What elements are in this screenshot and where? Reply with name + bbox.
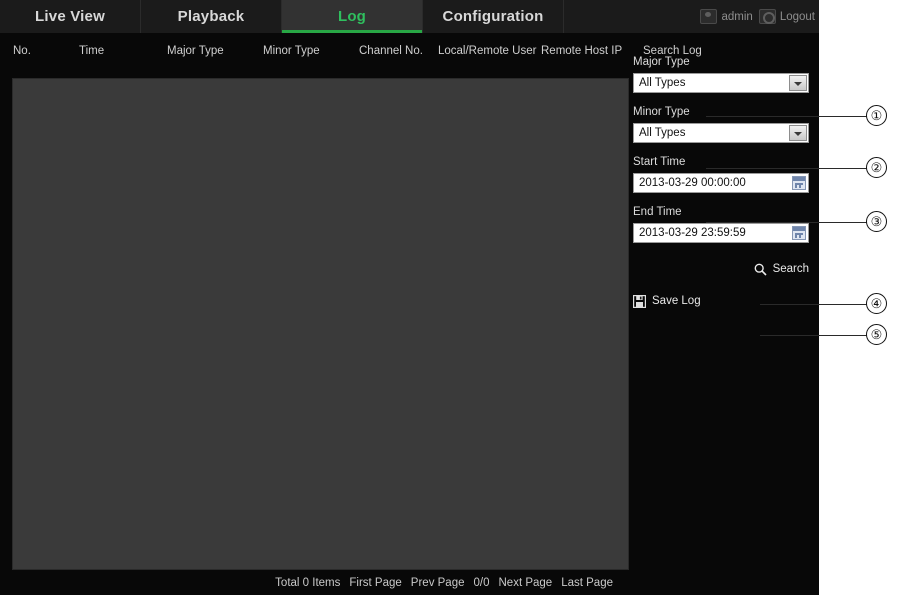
user-area: admin Logout <box>700 0 819 33</box>
search-log-panel: Major Type All Types Minor Type All Type… <box>633 56 819 311</box>
end-time-label: End Time <box>633 206 682 218</box>
callout-number-2: ② <box>866 157 887 178</box>
tab-playback[interactable]: Playback <box>141 0 282 33</box>
column-header-minor-type: Minor Type <box>263 45 320 57</box>
major-type-value: All Types <box>639 77 686 89</box>
tab-live-view[interactable]: Live View <box>0 0 141 33</box>
minor-type-value: All Types <box>639 127 686 139</box>
column-header-remote-host-ip: Remote Host IP <box>541 45 623 57</box>
first-page-button[interactable]: First Page <box>349 577 401 589</box>
save-log-button-label: Save Log <box>652 295 701 307</box>
chevron-down-icon[interactable] <box>789 75 807 91</box>
callout-number-4: ④ <box>866 293 887 314</box>
next-page-button[interactable]: Next Page <box>499 577 553 589</box>
user-icon <box>700 9 718 24</box>
calendar-icon[interactable] <box>792 226 806 240</box>
search-button-label: Search <box>772 263 809 275</box>
search-icon <box>754 263 767 276</box>
tab-playback-label: Playback <box>177 8 245 25</box>
logout-icon <box>758 9 776 24</box>
calendar-icon[interactable] <box>792 176 806 190</box>
save-icon <box>633 294 646 308</box>
logout-button[interactable]: Logout <box>758 9 815 24</box>
tab-log-label: Log <box>337 8 367 25</box>
last-page-button[interactable]: Last Page <box>561 577 613 589</box>
major-type-label: Major Type <box>633 56 690 68</box>
current-user-label: admin <box>721 10 753 23</box>
start-time-input[interactable]: 2013-03-29 00:00:00 <box>633 173 809 193</box>
end-time-value: 2013-03-29 23:59:59 <box>639 227 746 239</box>
log-list-area[interactable] <box>12 78 629 570</box>
search-button[interactable]: Search <box>633 259 819 279</box>
pagination-bar: Total 0 Items First Page Prev Page 0/0 N… <box>12 574 629 592</box>
minor-type-select[interactable]: All Types <box>633 123 809 143</box>
tab-live-view-label: Live View <box>35 8 105 25</box>
major-type-select[interactable]: All Types <box>633 73 809 93</box>
end-time-input[interactable]: 2013-03-29 23:59:59 <box>633 223 809 243</box>
start-time-label: Start Time <box>633 156 686 168</box>
save-log-button[interactable]: Save Log <box>633 291 809 311</box>
log-page: Live View Playback Log Configuration adm… <box>0 0 819 595</box>
start-time-value: 2013-03-29 00:00:00 <box>639 177 746 189</box>
column-header-channel-no: Channel No. <box>359 45 423 57</box>
chevron-down-icon[interactable] <box>789 125 807 141</box>
callout-number-3: ③ <box>866 211 887 232</box>
callout-number-5: ⑤ <box>866 324 887 345</box>
column-header-local-remote-user: Local/Remote User <box>438 45 537 57</box>
column-header-time: Time <box>79 45 105 57</box>
tab-configuration-label: Configuration <box>442 8 544 25</box>
column-header-no: No. <box>13 45 31 57</box>
prev-page-button[interactable]: Prev Page <box>411 577 465 589</box>
callout-number-1: ① <box>866 105 887 126</box>
logout-label: Logout <box>779 10 815 23</box>
tab-log[interactable]: Log <box>282 0 423 33</box>
tab-configuration[interactable]: Configuration <box>423 0 564 33</box>
top-navigation-bar: Live View Playback Log Configuration adm… <box>0 0 819 33</box>
column-header-major-type: Major Type <box>167 45 224 57</box>
page-indicator: 0/0 <box>473 577 490 589</box>
minor-type-label: Minor Type <box>633 106 690 118</box>
total-items-label: Total 0 Items <box>275 577 341 589</box>
current-user[interactable]: admin <box>700 9 753 24</box>
